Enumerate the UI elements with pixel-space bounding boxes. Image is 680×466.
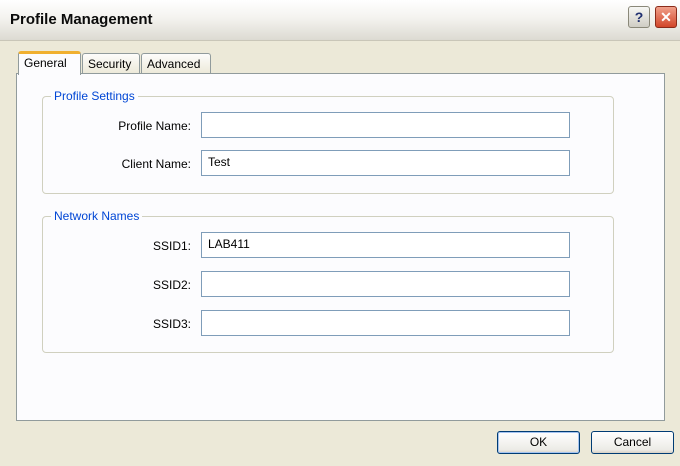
window-title: Profile Management: [10, 11, 153, 28]
profile-settings-group: Profile Settings: [42, 89, 614, 194]
title-bar[interactable]: Profile Management ? ✕: [0, 0, 680, 41]
ssid1-field[interactable]: LAB411: [201, 232, 570, 258]
ssid3-field[interactable]: [201, 310, 570, 336]
tab-general[interactable]: General: [18, 51, 81, 75]
help-icon: ?: [634, 9, 644, 25]
help-button[interactable]: ?: [628, 6, 650, 28]
profile-name-label: Profile Name:: [118, 119, 191, 133]
ssid1-row: SSID1:: [77, 233, 191, 259]
ssid1-label: SSID1:: [152, 239, 191, 253]
ok-button[interactable]: OK: [497, 431, 580, 454]
profile-settings-legend: Profile Settings: [51, 89, 138, 103]
profile-name-row: Profile Name:: [77, 113, 191, 139]
tab-advanced[interactable]: Advanced: [141, 53, 211, 74]
close-button[interactable]: ✕: [655, 6, 677, 28]
close-icon: ✕: [660, 8, 672, 25]
client-name-row: Client Name:: [77, 151, 191, 177]
ssid3-row: SSID3:: [77, 311, 191, 337]
profile-management-dialog: Profile Management ? ✕ General Security …: [0, 0, 680, 466]
tab-security[interactable]: Security: [82, 53, 140, 74]
cancel-button[interactable]: Cancel: [591, 431, 674, 454]
network-names-legend: Network Names: [51, 209, 143, 223]
ssid3-label: SSID3:: [152, 317, 191, 331]
ssid2-field[interactable]: [201, 271, 570, 297]
general-tab-panel: Profile Settings Profile Name: Client Na…: [16, 73, 665, 421]
profile-name-field[interactable]: [201, 112, 570, 138]
client-name-field[interactable]: Test: [201, 150, 570, 176]
ssid2-row: SSID2:: [77, 272, 191, 298]
ssid2-label: SSID2:: [152, 278, 191, 292]
client-name-label: Client Name:: [121, 157, 191, 171]
